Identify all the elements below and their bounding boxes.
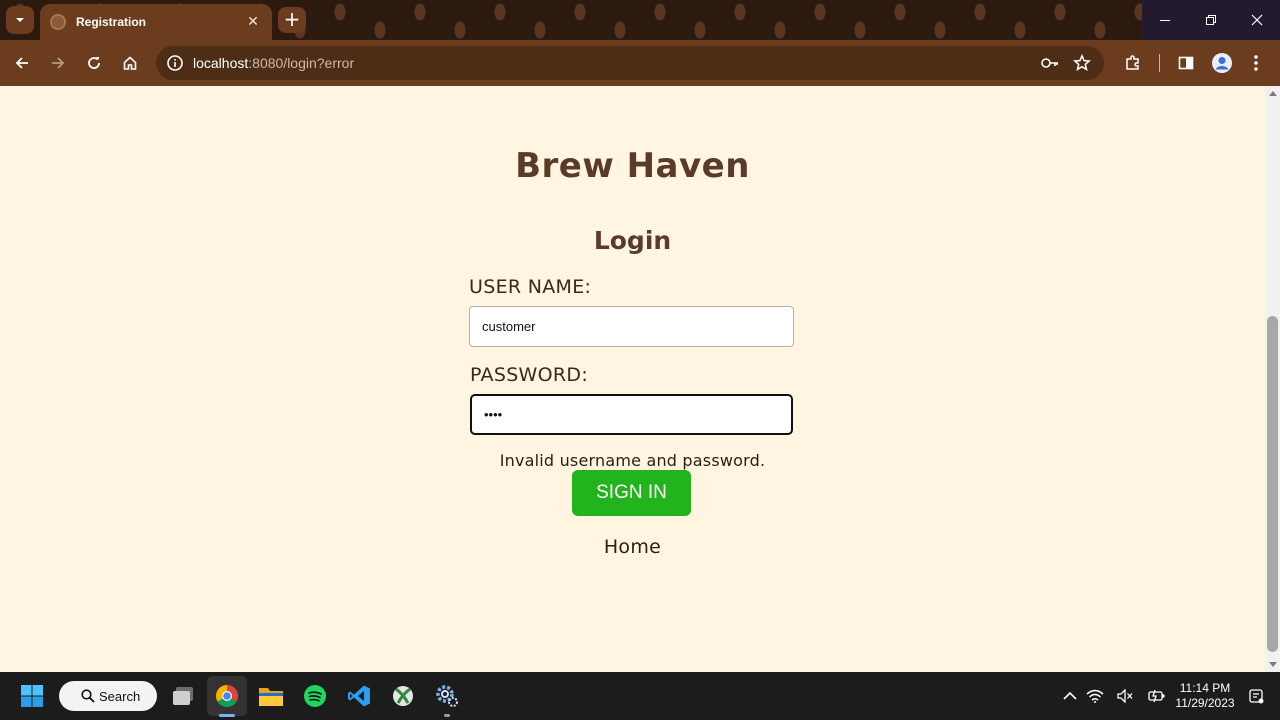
forward-button[interactable] [45, 50, 71, 76]
url-host: localhost [193, 55, 249, 71]
gear-icon [436, 685, 458, 707]
arrow-left-icon [15, 57, 28, 69]
login-heading: Login [593, 226, 672, 255]
home-button[interactable] [117, 50, 143, 76]
globe-icon [50, 14, 66, 30]
taskbar-search[interactable]: Search [59, 681, 157, 711]
wifi-icon [1086, 689, 1104, 703]
tab-registration[interactable]: Registration ✕ [40, 4, 272, 40]
key-icon[interactable] [1040, 55, 1060, 71]
password-value: •••• [484, 407, 503, 422]
scroll-down-arrow-icon[interactable] [1269, 662, 1277, 667]
address-bar[interactable]: localhost:8080/login?error [156, 46, 1104, 80]
taskbar-clock[interactable]: 11:14 PM 11/29/2023 [1170, 681, 1240, 711]
back-button[interactable] [9, 50, 35, 76]
vscode-button[interactable] [343, 680, 375, 712]
browser-title-bar: Registration ✕ + [0, 0, 1280, 40]
tab-search-button[interactable] [6, 6, 34, 34]
restore-icon [1206, 15, 1216, 25]
xbox-icon [393, 686, 413, 706]
system-tray[interactable] [1086, 680, 1166, 712]
close-icon [1251, 14, 1263, 26]
page-content: Brew Haven Login USER NAME: customer PAS… [0, 86, 1265, 672]
username-label: USER NAME: [469, 276, 592, 298]
site-title: Brew Haven [515, 146, 750, 186]
task-view-icon [173, 687, 193, 705]
volume-muted-icon [1117, 689, 1133, 703]
password-label: PASSWORD: [470, 364, 589, 386]
reload-icon [88, 57, 100, 69]
search-label: Search [99, 688, 141, 704]
star-icon[interactable] [1073, 54, 1091, 72]
minimize-button[interactable] [1142, 0, 1188, 40]
url-path: :8080/login?error [248, 55, 355, 71]
vscode-icon [348, 685, 370, 707]
chevron-up-icon [1063, 691, 1077, 700]
username-input[interactable]: customer [469, 306, 794, 347]
folder-icon [259, 688, 283, 706]
site-info-icon[interactable] [166, 54, 184, 72]
xbox-button[interactable] [387, 680, 419, 712]
scroll-up-arrow-icon[interactable] [1269, 91, 1277, 96]
restore-button[interactable] [1188, 0, 1234, 40]
close-window-button[interactable] [1234, 0, 1280, 40]
side-panel-icon [1178, 56, 1194, 70]
minimize-icon [1160, 20, 1170, 21]
home-icon [123, 56, 137, 70]
spotify-icon [304, 685, 326, 707]
avatar-icon [1212, 53, 1232, 73]
notifications-button[interactable] [1240, 680, 1272, 712]
chrome-taskbar-button[interactable] [211, 680, 243, 712]
browser-toolbar: localhost:8080/login?error [0, 40, 1280, 86]
password-input[interactable]: •••• [470, 394, 793, 435]
search-icon [81, 689, 95, 703]
toolbar-divider [1159, 54, 1160, 72]
spotify-button[interactable] [299, 680, 331, 712]
settings-app-button[interactable] [431, 680, 463, 712]
chrome-icon [216, 685, 238, 707]
extensions-button[interactable] [1120, 50, 1146, 76]
clock-time: 11:14 PM [1179, 681, 1231, 695]
running-indicator [444, 714, 450, 717]
arrow-right-icon [52, 57, 65, 69]
close-tab-icon[interactable]: ✕ [244, 14, 262, 30]
login-error-message: Invalid username and password. [499, 451, 766, 470]
home-link[interactable]: Home [0, 536, 1265, 558]
notification-icon [1249, 689, 1264, 704]
sign-in-button[interactable]: SIGN IN [572, 470, 691, 516]
task-view-button[interactable] [167, 680, 199, 712]
tab-title: Registration [76, 15, 147, 29]
clock-date: 11/29/2023 [1175, 696, 1235, 710]
puzzle-icon [1126, 55, 1139, 70]
profile-button[interactable] [1209, 50, 1235, 76]
start-button[interactable] [16, 680, 48, 712]
scrollbar-thumb[interactable] [1267, 316, 1278, 652]
username-value: customer [482, 319, 536, 334]
active-indicator [219, 714, 235, 717]
windows-logo-icon [21, 685, 43, 707]
more-vert-icon [1254, 55, 1258, 71]
file-explorer-button[interactable] [255, 680, 287, 712]
battery-icon [1148, 689, 1165, 703]
menu-button[interactable] [1243, 50, 1269, 76]
chevron-down-icon [16, 18, 24, 22]
windows-taskbar: Search 11:14 PM 11/29/2023 [0, 672, 1280, 720]
reload-button[interactable] [81, 50, 107, 76]
show-hidden-icons-button[interactable] [1054, 680, 1086, 712]
side-panel-button[interactable] [1173, 50, 1199, 76]
new-tab-button[interactable]: + [278, 7, 306, 33]
coffee-steam-decoration [540, 86, 740, 92]
page-scrollbar[interactable] [1265, 86, 1280, 672]
